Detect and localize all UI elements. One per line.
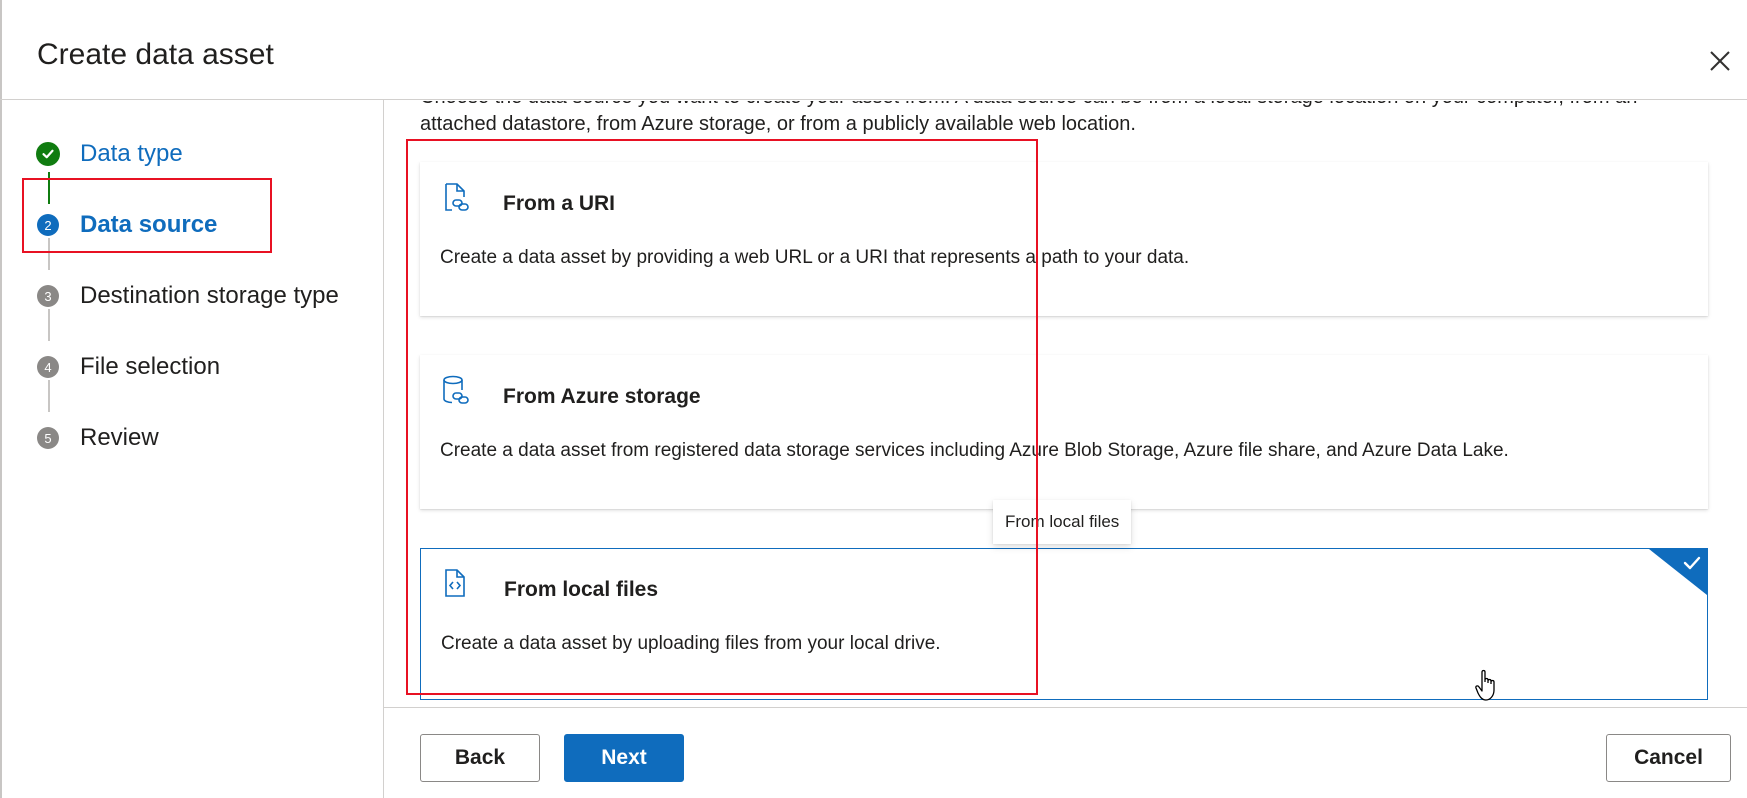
- step-review[interactable]: 5 Review: [36, 418, 159, 458]
- step-label: Destination storage type: [80, 282, 339, 309]
- option-card-from-uri[interactable]: From a URI Create a data asset by provid…: [420, 162, 1708, 316]
- file-code-icon: [445, 569, 465, 597]
- panel-footer: Back Next Cancel: [384, 707, 1747, 798]
- step-label: Review: [80, 424, 159, 451]
- step-label: Data source: [80, 211, 218, 238]
- close-button[interactable]: [1705, 46, 1735, 76]
- card-description: Create a data asset by providing a web U…: [440, 247, 1190, 268]
- step-number: 4: [37, 356, 59, 378]
- next-button[interactable]: Next: [564, 734, 684, 782]
- card-title: From Azure storage: [503, 385, 701, 408]
- wizard-stepper: Data type 2 Data source 3 Destination st…: [0, 100, 384, 798]
- step-label: File selection: [80, 353, 221, 380]
- step-number: 2: [37, 214, 59, 236]
- card-title: From a URI: [503, 192, 616, 215]
- tooltip: From local files: [993, 500, 1132, 544]
- file-link-icon: [445, 183, 469, 211]
- step-data-type[interactable]: Data type: [36, 134, 183, 174]
- create-data-asset-panel: Create data asset Data type 2 Data sourc…: [0, 0, 1747, 798]
- back-button[interactable]: Back: [420, 734, 540, 782]
- step-data-source[interactable]: 2 Data source: [36, 205, 217, 245]
- panel-header: Create data asset: [0, 0, 1747, 100]
- option-card-from-local-files[interactable]: From local files Create a data asset by …: [420, 548, 1708, 700]
- intro-text: Choose the data source you want to creat…: [420, 101, 1720, 138]
- page-title: Create data asset: [37, 38, 274, 71]
- option-card-from-azure-storage[interactable]: From Azure storage Create a data asset f…: [420, 355, 1708, 509]
- card-description: Create a data asset from registered data…: [440, 440, 1509, 461]
- card-title: From local files: [504, 578, 659, 601]
- cancel-button[interactable]: Cancel: [1606, 734, 1731, 782]
- intro-scroll-region: Choose the data source you want to creat…: [384, 101, 1747, 141]
- intro-line: Choose the data source you want to creat…: [420, 101, 1720, 111]
- intro-line: attached datastore, from Azure storage, …: [420, 113, 1136, 135]
- step-label: Data type: [80, 140, 183, 167]
- step-destination-storage-type[interactable]: 3 Destination storage type: [36, 276, 339, 316]
- hand-pointer-icon: [1475, 669, 1495, 701]
- database-link-icon: [443, 375, 469, 404]
- step-file-selection[interactable]: 4 File selection: [36, 347, 220, 387]
- step-number: 5: [37, 427, 59, 449]
- step-number: 3: [37, 285, 59, 307]
- step-connector: [48, 172, 50, 204]
- checkmark-circle-icon: [36, 142, 60, 166]
- card-description: Create a data asset by uploading files f…: [441, 633, 941, 654]
- selected-check-icon: [1649, 549, 1707, 595]
- close-icon: [1710, 51, 1730, 71]
